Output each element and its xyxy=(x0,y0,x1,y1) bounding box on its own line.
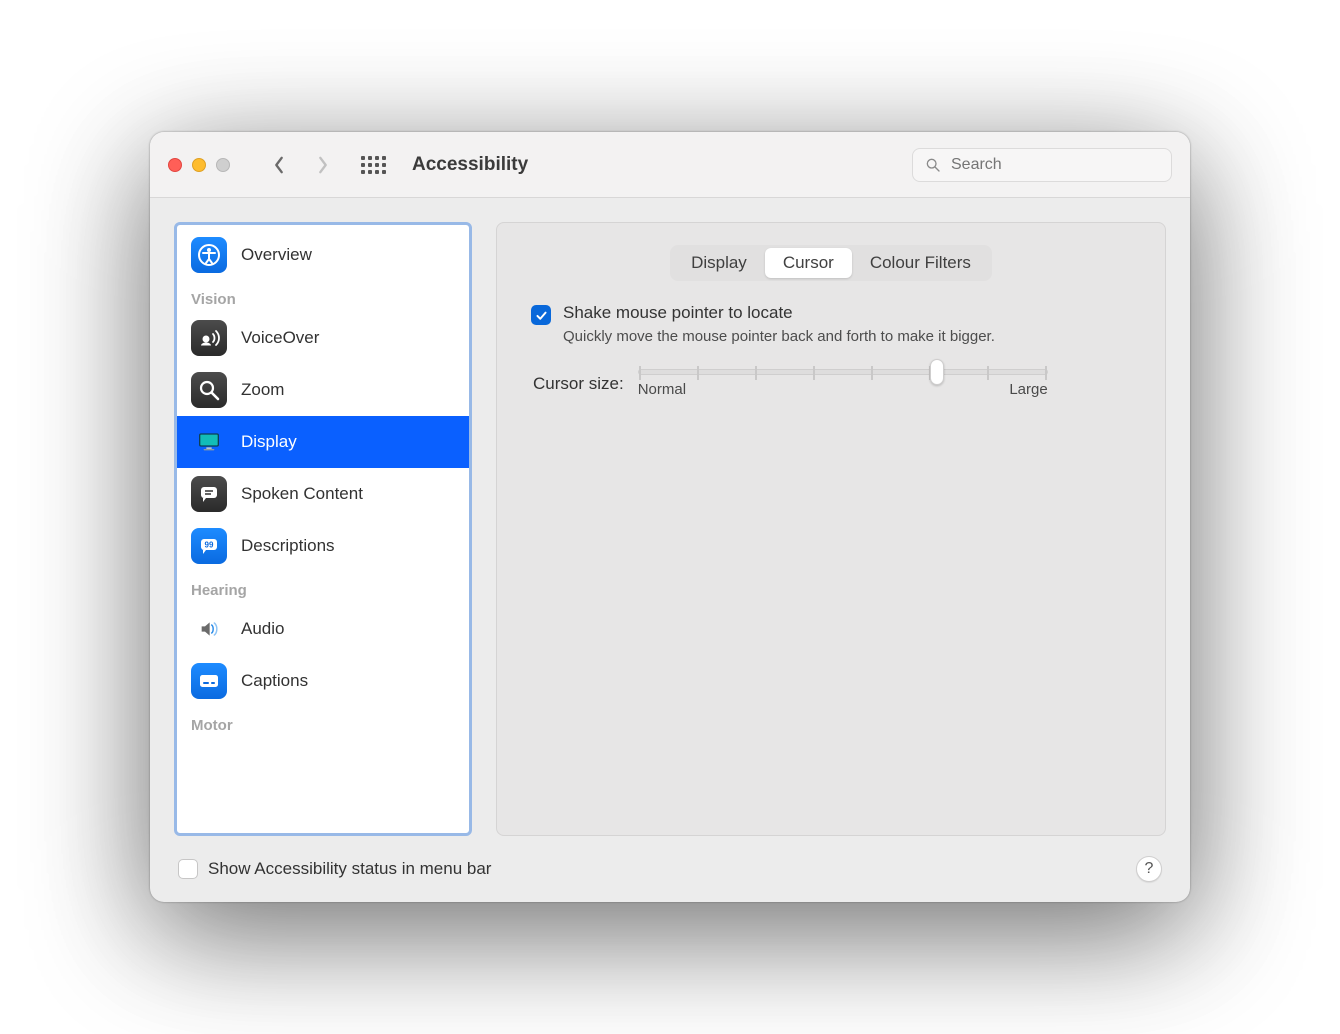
sidebar-item-captions[interactable]: Captions xyxy=(177,655,469,707)
svg-text:99: 99 xyxy=(205,541,214,550)
cursor-size-row: Cursor size: Normal Large xyxy=(533,369,1131,398)
close-window-button[interactable] xyxy=(168,158,182,172)
shake-pointer-title: Shake mouse pointer to locate xyxy=(563,303,995,323)
forward-button xyxy=(306,149,340,181)
sidebar-item-label: Captions xyxy=(241,671,308,691)
back-button[interactable] xyxy=(262,149,296,181)
window-title: Accessibility xyxy=(412,154,528,176)
cursor-size-min-caption: Normal xyxy=(638,381,686,398)
tab-cursor[interactable]: Cursor xyxy=(765,248,852,278)
chevron-right-icon xyxy=(316,156,330,174)
sidebar[interactable]: Overview Vision VoiceOver Zoom Display Spoken… xyxy=(174,222,472,836)
shake-pointer-checkbox[interactable] xyxy=(531,305,551,325)
sidebar-item-label: Zoom xyxy=(241,380,284,400)
cursor-size-knob[interactable] xyxy=(930,359,944,385)
sidebar-group-vision: Vision xyxy=(177,281,469,312)
sidebar-item-label: Spoken Content xyxy=(241,484,363,504)
window-controls xyxy=(168,158,230,172)
sidebar-item-voiceover[interactable]: VoiceOver xyxy=(177,312,469,364)
zoom-icon xyxy=(191,372,227,408)
footer-row: Show Accessibility status in menu bar ? xyxy=(174,850,1166,890)
cursor-size-slider[interactable] xyxy=(638,369,1048,375)
search-icon xyxy=(925,157,941,173)
minimize-window-button[interactable] xyxy=(192,158,206,172)
sidebar-item-audio[interactable]: Audio xyxy=(177,603,469,655)
sidebar-item-label: Display xyxy=(241,432,297,452)
search-input[interactable] xyxy=(949,155,1159,175)
cursor-size-label: Cursor size: xyxy=(533,374,624,394)
captions-icon xyxy=(191,663,227,699)
sidebar-item-display[interactable]: Display xyxy=(177,416,469,468)
help-button[interactable]: ? xyxy=(1136,856,1162,882)
search-field[interactable] xyxy=(912,148,1172,182)
chevron-left-icon xyxy=(272,156,286,174)
sidebar-item-label: Overview xyxy=(241,245,312,265)
audio-icon xyxy=(191,611,227,647)
shake-pointer-description: Quickly move the mouse pointer back and … xyxy=(563,327,995,347)
sidebar-item-label: VoiceOver xyxy=(241,328,319,348)
tab-display[interactable]: Display xyxy=(673,248,765,278)
sidebar-item-overview[interactable]: Overview xyxy=(177,229,469,281)
grid-icon xyxy=(361,156,386,174)
check-icon xyxy=(535,309,548,322)
zoom-window-button xyxy=(216,158,230,172)
sidebar-group-motor: Motor xyxy=(177,707,469,738)
settings-panel: DisplayCursorColour Filters Shake mouse … xyxy=(496,222,1166,836)
tab-filters[interactable]: Colour Filters xyxy=(852,248,989,278)
voiceover-icon xyxy=(191,320,227,356)
shake-pointer-option: Shake mouse pointer to locate Quickly mo… xyxy=(531,303,1131,347)
sidebar-item-label: Descriptions xyxy=(241,536,335,556)
status-menubar-checkbox[interactable] xyxy=(178,859,198,879)
spoken-content-icon xyxy=(191,476,227,512)
descriptions-icon: 99 xyxy=(191,528,227,564)
sidebar-item-spoken[interactable]: Spoken Content xyxy=(177,468,469,520)
prefs-window: Accessibility Overview Vision VoiceOver Zoo… xyxy=(150,132,1190,902)
status-menubar-label: Show Accessibility status in menu bar xyxy=(208,859,491,879)
show-all-button[interactable] xyxy=(356,149,390,181)
toolbar: Accessibility xyxy=(150,132,1190,198)
tabs: DisplayCursorColour Filters xyxy=(670,245,992,281)
cursor-size-max-caption: Large xyxy=(1009,381,1047,398)
sidebar-item-label: Audio xyxy=(241,619,284,639)
accessibility-icon xyxy=(191,237,227,273)
sidebar-group-hearing: Hearing xyxy=(177,572,469,603)
sidebar-item-zoom[interactable]: Zoom xyxy=(177,364,469,416)
display-icon xyxy=(191,424,227,460)
sidebar-item-descriptions[interactable]: 99 Descriptions xyxy=(177,520,469,572)
